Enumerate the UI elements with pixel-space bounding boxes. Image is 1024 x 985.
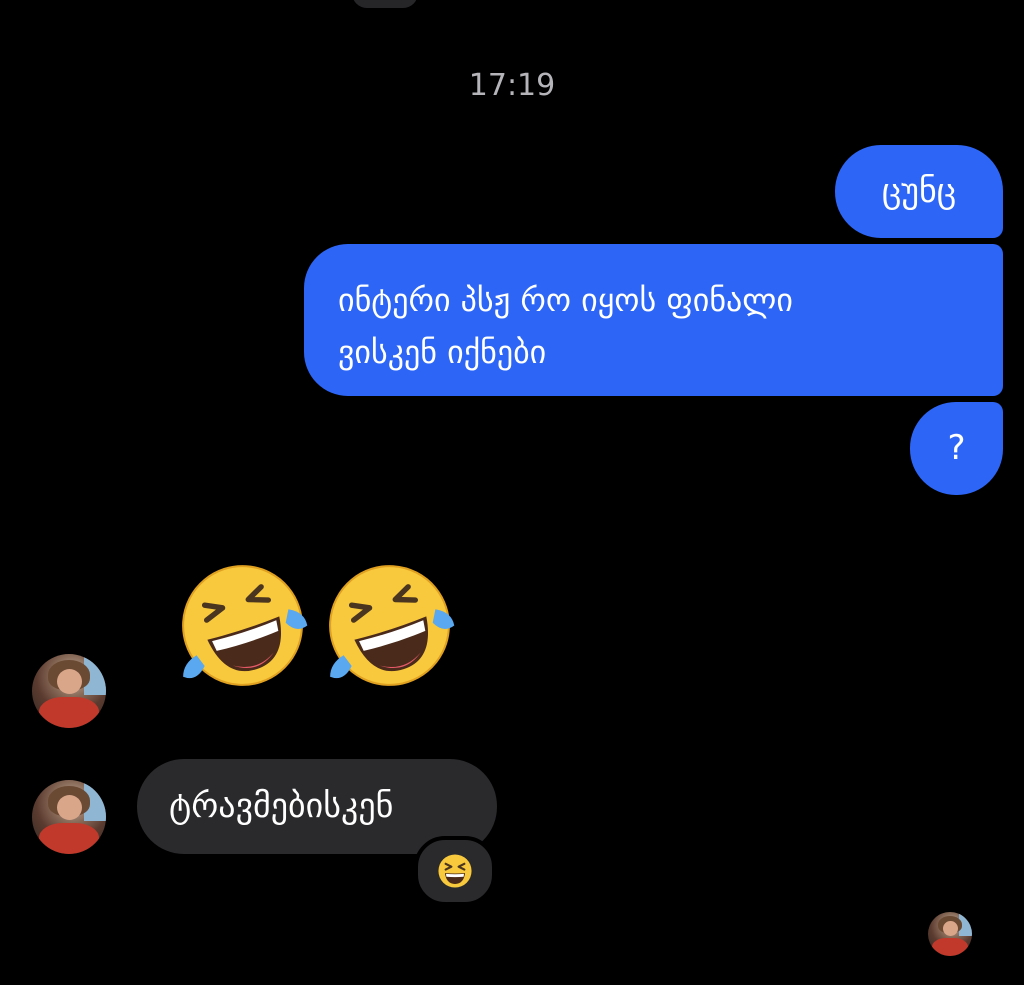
message-reaction[interactable] [414, 836, 496, 906]
message-text: ტრავმებისკენ [169, 786, 394, 826]
outgoing-message-bubble[interactable]: ? [910, 402, 1003, 495]
outgoing-message-bubble[interactable]: ცუნც [835, 145, 1003, 238]
previous-message-bubble [352, 0, 418, 8]
message-text: ცუნც [881, 171, 957, 211]
contact-avatar[interactable] [32, 654, 106, 728]
chat-screen: 17:19 ცუნც ინტერი პსჟ რო იყოს ფინალი ვის… [0, 0, 1024, 985]
message-text-line: ინტერი პსჟ რო იყოს ფინალი [338, 281, 793, 319]
rolling-on-floor-laughing-emoji[interactable] [175, 558, 310, 693]
grinning-squinting-face-emoji [438, 854, 472, 888]
message-timestamp: 17:19 [468, 68, 556, 103]
outgoing-message-bubble[interactable]: ინტერი პსჟ რო იყოს ფინალი ვისკენ იქნები [304, 244, 1003, 396]
contact-avatar[interactable] [32, 780, 106, 854]
message-text: ? [947, 428, 966, 468]
read-receipt-avatar [928, 912, 972, 956]
rolling-on-floor-laughing-emoji[interactable] [322, 558, 457, 693]
message-text-line: ვისკენ იქნები [338, 333, 547, 371]
